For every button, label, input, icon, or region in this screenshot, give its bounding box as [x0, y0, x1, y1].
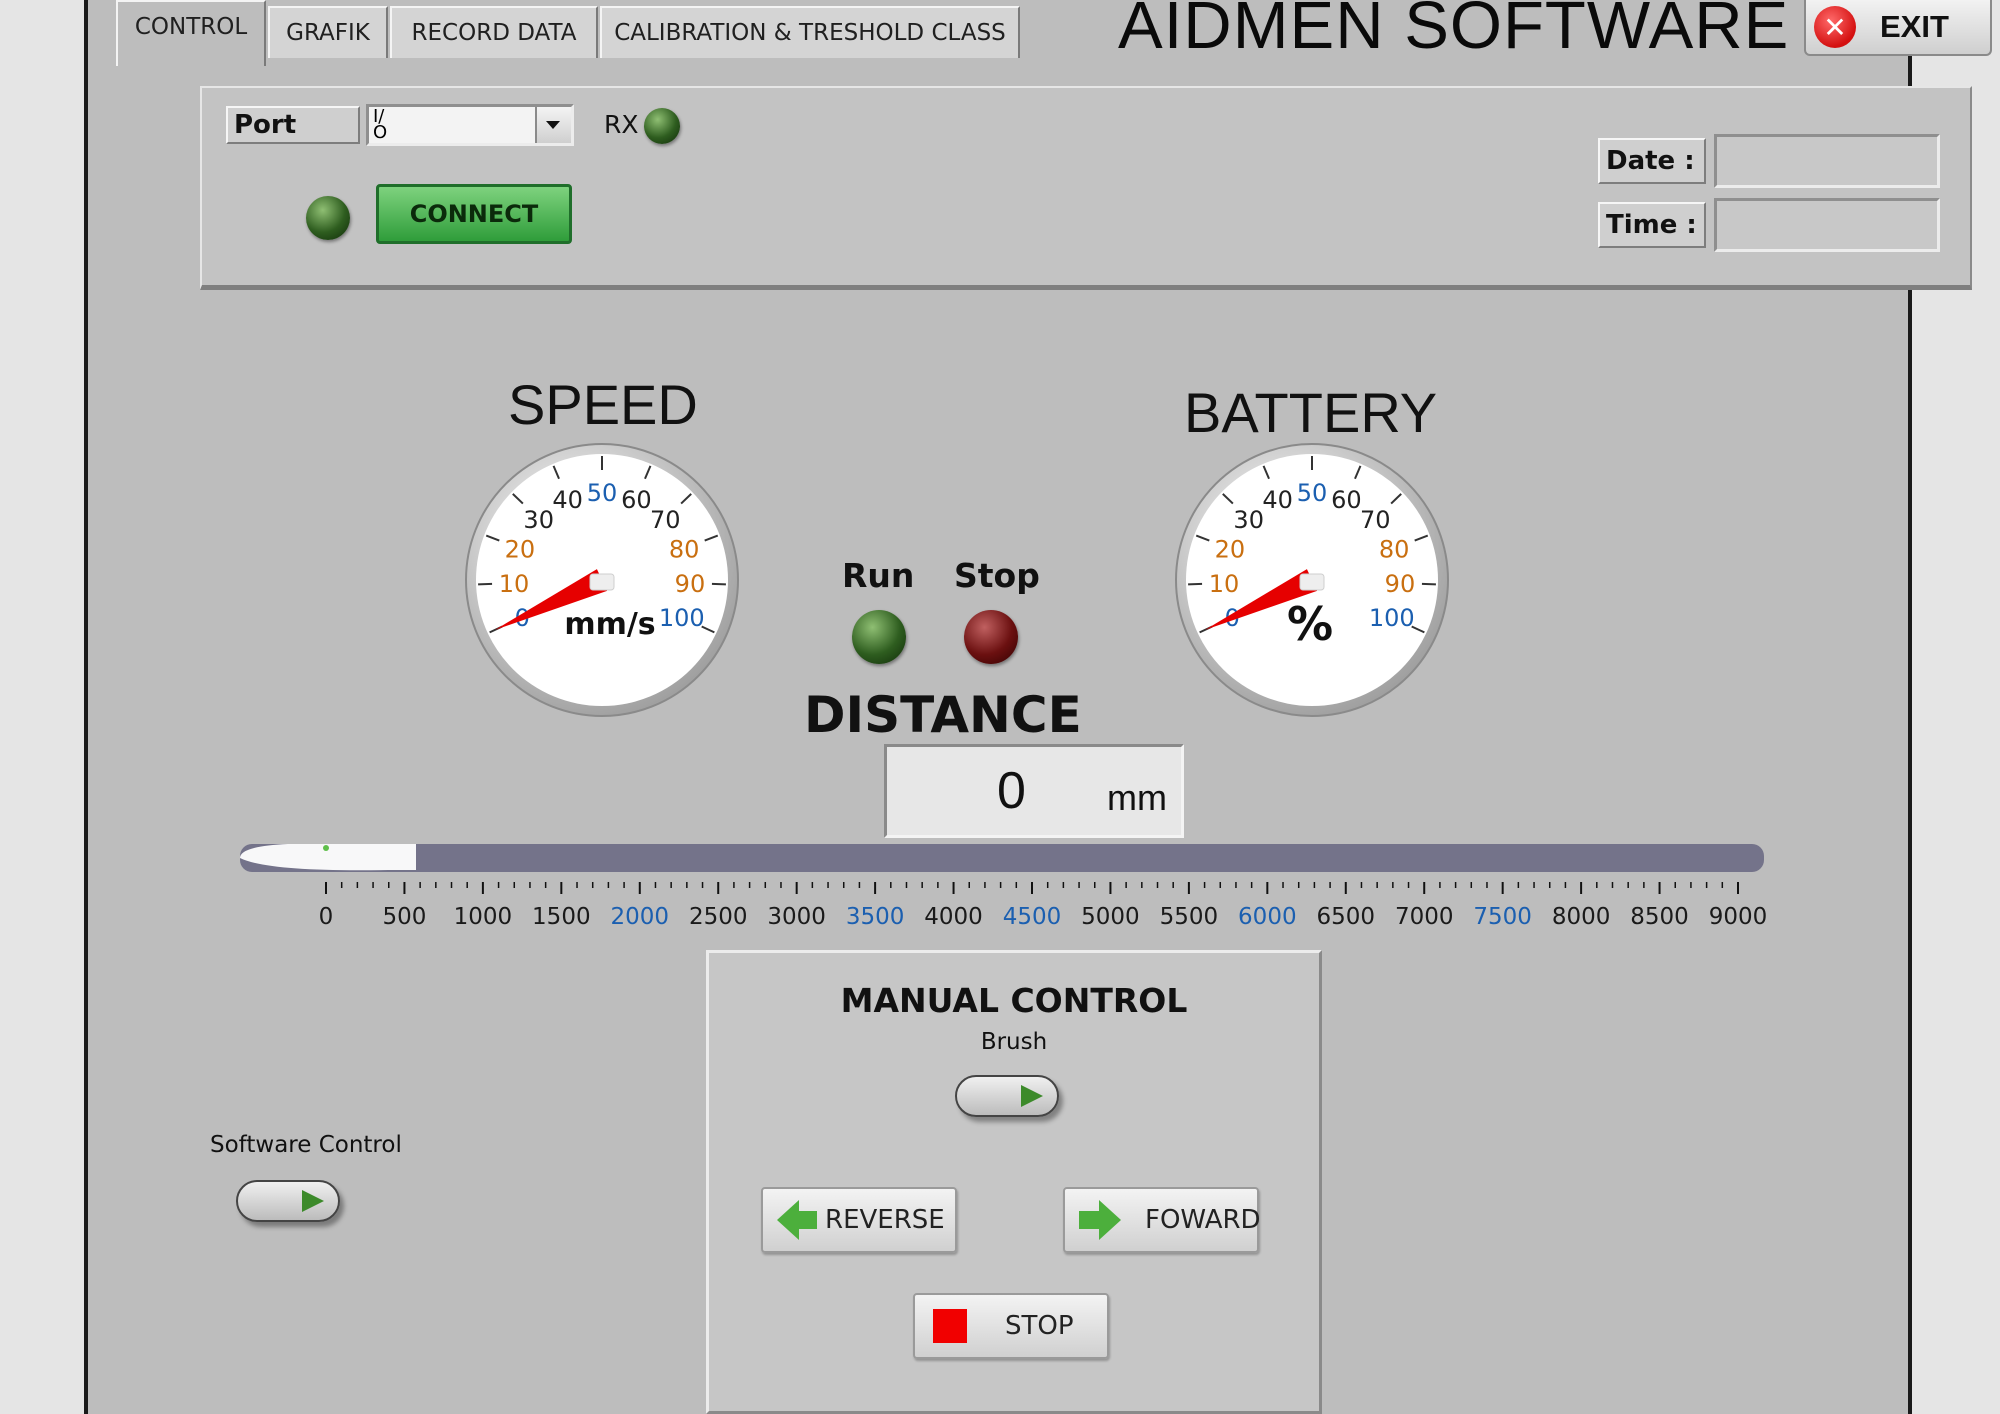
time-label: Time :: [1598, 202, 1706, 248]
software-control-toggle[interactable]: [236, 1180, 340, 1222]
speed-tick-label: 30: [523, 506, 554, 534]
toggle-arrow-icon: [302, 1190, 324, 1212]
run-indicator: [852, 610, 906, 664]
speed-tick-label: 100: [659, 604, 705, 632]
tab-record-data[interactable]: RECORD DATA: [390, 6, 598, 58]
slider-tick-label: 4500: [1003, 904, 1062, 930]
slider-tick-label: 3000: [767, 904, 826, 930]
connection-panel: Port I/O RX CONNECT Date : Time :: [200, 86, 1972, 290]
arrow-right-icon: [1079, 1200, 1121, 1240]
stop-status-label: Stop: [954, 556, 1040, 595]
slider-tick-label: 3500: [846, 904, 905, 930]
distance-value: 0: [997, 762, 1026, 820]
battery-tick-label: 80: [1379, 535, 1410, 563]
slider-tick-label: 5500: [1160, 904, 1219, 930]
arrow-left-icon: [777, 1200, 817, 1240]
battery-tick-label: 60: [1331, 486, 1362, 514]
slider-tick-label: 6500: [1317, 904, 1376, 930]
dropdown-button[interactable]: [535, 107, 571, 143]
app-title: AIDMEN SOFTWARE: [1118, 0, 1790, 63]
slider-tick-label: 7000: [1395, 904, 1454, 930]
slider-tick-label: 0: [319, 904, 334, 930]
date-field: [1714, 134, 1940, 188]
software-control-label: Software Control: [210, 1132, 402, 1158]
connect-button[interactable]: CONNECT: [376, 184, 572, 244]
speed-title: SPEED: [508, 373, 698, 436]
time-field: [1714, 198, 1940, 252]
battery-tick-label: 50: [1297, 479, 1328, 507]
io-icon: I/O: [373, 106, 388, 143]
speed-tick-label: 10: [499, 570, 530, 598]
reverse-button[interactable]: REVERSE: [761, 1187, 957, 1253]
slider-tick-label: 1000: [454, 904, 513, 930]
slider-tick-label: 6000: [1238, 904, 1297, 930]
speed-tick-label: 50: [587, 479, 618, 507]
exit-label: EXIT: [1880, 9, 1949, 44]
tab-grafik[interactable]: GRAFIK: [268, 6, 388, 58]
battery-tick-label: 20: [1215, 535, 1246, 563]
battery-gauge: 0102030405060708090100 %: [1175, 443, 1449, 717]
forward-button[interactable]: FOWARD: [1063, 1187, 1261, 1253]
distance-title: DISTANCE: [804, 686, 1082, 744]
tab-control[interactable]: CONTROL: [116, 0, 266, 66]
battery-unit: %: [1287, 597, 1333, 651]
speed-gauge: 0102030405060708090100 mm/s: [465, 443, 739, 717]
slider-tick-label: 500: [382, 904, 426, 930]
brush-label: Brush: [980, 1029, 1048, 1055]
close-icon: ✕: [1814, 6, 1856, 48]
distance-display: 0 mm: [884, 744, 1184, 838]
speed-tick-label: 70: [650, 506, 681, 534]
port-label: Port: [226, 106, 360, 144]
slider-tick-label: 2500: [689, 904, 748, 930]
slider-tick-label: 9000: [1709, 904, 1768, 930]
speed-unit: mm/s: [564, 607, 655, 642]
battery-tick-label: 40: [1262, 486, 1293, 514]
rx-indicator: [644, 108, 680, 144]
speed-tick-label: 80: [669, 535, 700, 563]
distance-slider[interactable]: 0 500 1000 1500 2000 2500 3000 3500 4000 4500 5000…: [148, 836, 1788, 932]
slider-tick-label: 8000: [1552, 904, 1611, 930]
run-label: Run: [842, 556, 915, 595]
reverse-label: REVERSE: [825, 1205, 945, 1235]
slider-tick-label: 1500: [532, 904, 591, 930]
rx-label: RX: [604, 110, 639, 139]
slider-tick-label: 8500: [1630, 904, 1689, 930]
distance-unit: mm: [1107, 777, 1167, 818]
speed-tick-label: 60: [621, 486, 652, 514]
slider-tick-label: 7500: [1473, 904, 1532, 930]
slider-thumb[interactable]: [323, 845, 329, 851]
battery-tick-label: 30: [1233, 506, 1264, 534]
exit-button[interactable]: ✕ EXIT: [1804, 0, 1992, 56]
slider-tick-label: 4000: [924, 904, 983, 930]
brush-toggle[interactable]: [955, 1075, 1059, 1117]
slider-tick-label: 2000: [611, 904, 670, 930]
manual-control-title: MANUAL CONTROL: [840, 981, 1188, 1020]
speed-tick-label: 90: [675, 570, 706, 598]
toggle-arrow-icon: [1021, 1085, 1043, 1107]
manual-control-panel: MANUAL CONTROL Brush REVERSE FOWARD STOP: [706, 950, 1322, 1414]
stop-button[interactable]: STOP: [913, 1293, 1109, 1359]
stop-square-icon: [933, 1309, 967, 1343]
chevron-down-icon: [546, 121, 560, 129]
stop-indicator: [964, 610, 1018, 664]
connection-indicator: [306, 196, 350, 240]
battery-tick-label: 100: [1369, 604, 1415, 632]
battery-tick-label: 90: [1385, 570, 1416, 598]
port-select[interactable]: I/O: [366, 104, 574, 146]
speed-tick-label: 40: [552, 486, 583, 514]
battery-title: BATTERY: [1184, 381, 1438, 444]
slider-tick-label: 5000: [1081, 904, 1140, 930]
stop-button-label: STOP: [1005, 1311, 1074, 1341]
speed-tick-label: 20: [505, 535, 536, 563]
battery-tick-label: 70: [1360, 506, 1391, 534]
application-window: CONTROL GRAFIK RECORD DATA CALIBRATION &…: [84, 0, 1992, 1414]
date-label: Date :: [1598, 138, 1706, 184]
forward-label: FOWARD: [1145, 1205, 1261, 1235]
battery-tick-label: 10: [1209, 570, 1240, 598]
tab-calibration[interactable]: CALIBRATION & TRESHOLD CLASS: [600, 6, 1020, 58]
